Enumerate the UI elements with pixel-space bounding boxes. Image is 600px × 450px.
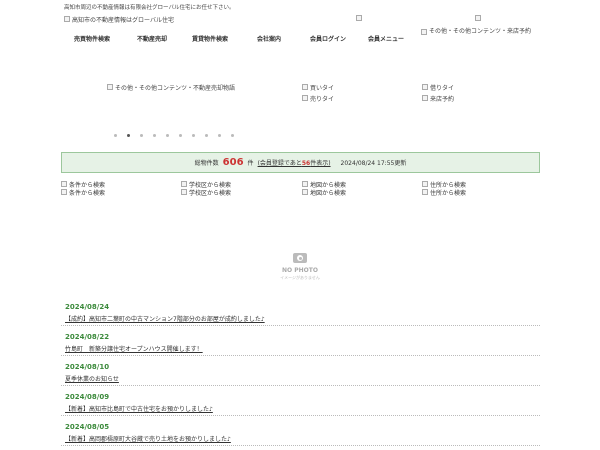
news-item: 2024/08/24 【成約】高知市二葉町の中古マンション7階部分のお部屋が成約… [61, 301, 540, 326]
broken-image-icon [61, 180, 67, 187]
no-photo-placeholder: NO PHOTO イメージがありません [277, 250, 323, 290]
news-date: 2024/08/22 [65, 333, 110, 341]
search-by-address-alt[interactable]: 住所から検索 [422, 188, 466, 197]
nav-item-rental-search[interactable]: 賃貸物件検索 [192, 34, 228, 43]
update-time: 2024/08/24 17:55更新 [340, 160, 407, 167]
slider-dot[interactable] [114, 134, 117, 137]
no-photo-subtitle: イメージがありません [280, 275, 320, 280]
nav-item-selling[interactable]: 不動産売却 [137, 34, 167, 43]
slider-dot[interactable] [140, 134, 143, 137]
news-date: 2024/08/10 [65, 363, 110, 371]
banner-sell[interactable]: 売りタイ [302, 94, 334, 103]
broken-image-icon [356, 15, 362, 21]
slider-dot[interactable] [166, 134, 169, 137]
broken-image-icon [107, 83, 113, 90]
news-title-link[interactable]: 【新着】高知市比島町で中古住宅をお預かりしました♪ [65, 406, 213, 413]
search-label: 条件から検索 [69, 190, 106, 197]
slider-dot[interactable] [205, 134, 208, 137]
broken-image-icon [302, 180, 308, 187]
news-item: 2024/08/10 夏季休業のお知らせ [61, 361, 540, 386]
broken-image-icon [181, 188, 187, 195]
count-prefix: 総物件数 [194, 160, 219, 167]
banner-rent-label: 借りタイ [430, 85, 455, 92]
site-logo-alt: 高知市の不動産情報はグローバル住宅 [72, 17, 174, 24]
broken-image-icon [422, 94, 428, 101]
news-item: 2024/08/22 竹島町 新築分譲住宅オープンハウス開催します！ [61, 331, 540, 356]
banner-visit[interactable]: 来店予約 [422, 94, 454, 103]
banner-buy[interactable]: 買いタイ [302, 83, 334, 92]
slider-dot[interactable] [231, 134, 234, 137]
side-banner-alt: その他・その他コンテンツ・来店予約 [429, 28, 532, 35]
search-label: 地図から検索 [310, 190, 347, 197]
link-num: 56 [301, 160, 311, 167]
banner-rent[interactable]: 借りタイ [422, 83, 454, 92]
search-label: 学校区から検索 [189, 190, 232, 197]
broken-image-icon [61, 188, 67, 195]
broken-image-icon [421, 28, 427, 35]
search-label: 住所から検索 [430, 190, 467, 197]
broken-image-icon [302, 94, 308, 101]
news-item: 2024/08/09 【新着】高知市比島町で中古住宅をお預かりしました♪ [61, 391, 540, 416]
broken-image-icon [422, 180, 428, 187]
member-register-link[interactable]: (会員登録であと56件表示) [258, 158, 331, 167]
news-date: 2024/08/24 [65, 303, 110, 311]
property-count-bar: 総物件数 606 件 (会員登録であと56件表示) 2024/08/24 17:… [61, 152, 540, 173]
slider-dot[interactable] [179, 134, 182, 137]
camera-icon [293, 253, 307, 263]
broken-image-icon [64, 15, 70, 22]
side-banner[interactable]: その他・その他コンテンツ・来店予約 [421, 28, 541, 36]
news-title-link[interactable]: 夏季休業のお知らせ [65, 376, 119, 383]
site-tagline: 高知市周辺の不動産情報は有限会社グローバル住宅にお任せ下さい。 [64, 5, 235, 11]
search-by-school-alt[interactable]: 学校区から検索 [181, 188, 231, 197]
slider-pagination [114, 134, 234, 137]
news-date: 2024/08/09 [65, 393, 110, 401]
main-banner[interactable]: その他・その他コンテンツ・不動産売却物語 [107, 83, 235, 92]
count-unit: 件 [247, 160, 254, 167]
broken-image-icon [302, 83, 308, 90]
broken-image-icon [181, 180, 187, 187]
news-list: 2024/08/24 【成約】高知市二葉町の中古マンション7階部分のお部屋が成約… [61, 301, 540, 446]
no-photo-title: NO PHOTO [282, 267, 318, 274]
slider-dot[interactable] [127, 134, 130, 137]
broken-image-icon [302, 188, 308, 195]
main-banner-alt: その他・その他コンテンツ・不動産売却物語 [115, 85, 236, 92]
header-banner-image-2[interactable] [475, 15, 481, 21]
banner-visit-label: 来店予約 [430, 96, 455, 103]
news-title-link[interactable]: 【成約】高知市二葉町の中古マンション7階部分のお部屋が成約しました♪ [65, 316, 265, 323]
slider-dot[interactable] [153, 134, 156, 137]
slider-dot[interactable] [218, 134, 221, 137]
banner-sell-label: 売りタイ [310, 96, 335, 103]
search-by-condition-alt[interactable]: 条件から検索 [61, 188, 105, 197]
site-logo[interactable]: 高知市の不動産情報はグローバル住宅 [64, 15, 174, 24]
nav-item-sales-search[interactable]: 売買物件検索 [74, 34, 110, 43]
nav-item-member-login[interactable]: 会員ログイン [310, 34, 346, 43]
link-pre: (会員登録であと [257, 160, 302, 167]
count-total: 606 [222, 157, 244, 168]
news-title-link[interactable]: 【新着】高岡郡檮原町大谷蔵で売り土地をお預かりしました♪ [65, 436, 231, 443]
header-banner-image[interactable] [356, 15, 362, 21]
broken-image-icon [422, 83, 428, 90]
banner-buy-label: 買いタイ [310, 85, 335, 92]
news-title-link[interactable]: 竹島町 新築分譲住宅オープンハウス開催します！ [65, 346, 203, 353]
broken-image-icon [475, 15, 481, 21]
broken-image-icon [422, 188, 428, 195]
slider-dot[interactable] [192, 134, 195, 137]
news-item: 2024/08/05 【新着】高岡郡檮原町大谷蔵で売り土地をお預かりしました♪ [61, 421, 540, 446]
news-date: 2024/08/05 [65, 423, 110, 431]
search-by-map-alt[interactable]: 地図から検索 [302, 188, 346, 197]
nav-item-company[interactable]: 会社案内 [257, 34, 281, 43]
link-post: 件表示) [310, 160, 331, 167]
nav-item-member-menu[interactable]: 会員メニュー [368, 34, 404, 43]
